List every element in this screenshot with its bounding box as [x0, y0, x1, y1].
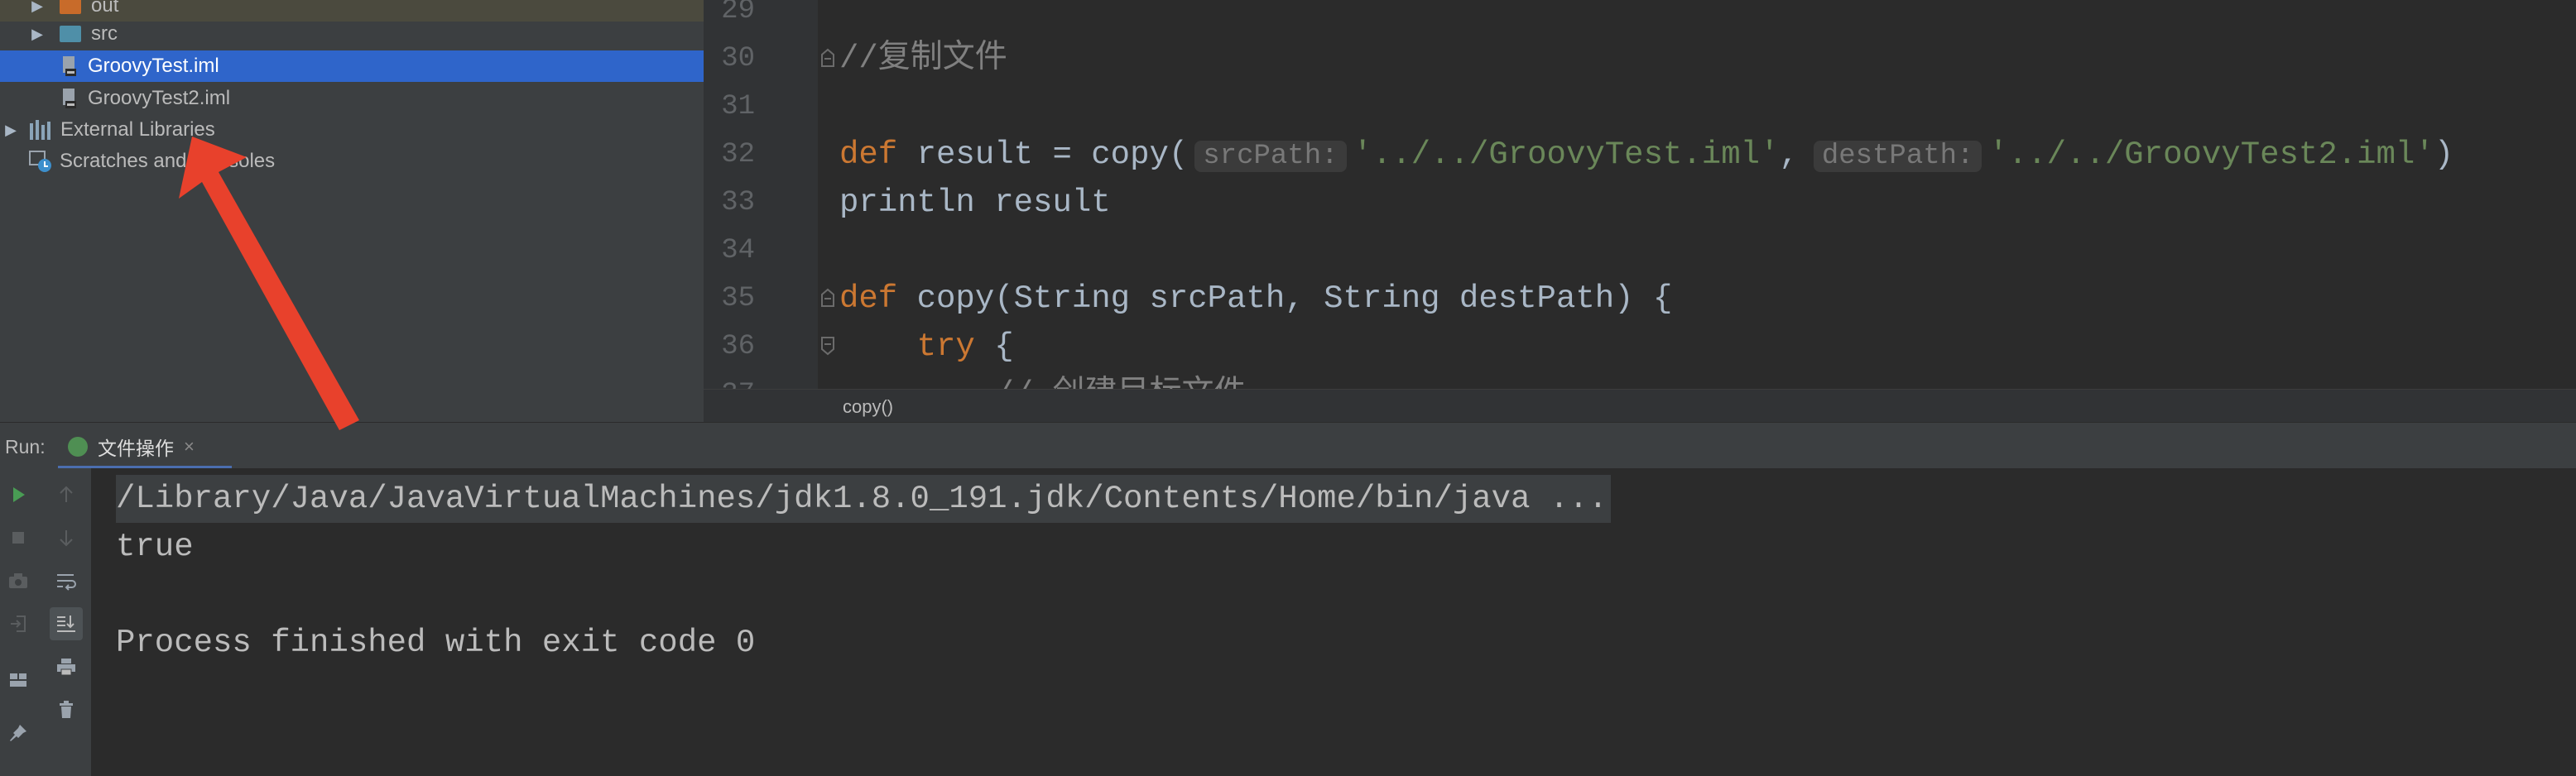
- print-icon[interactable]: [50, 650, 83, 683]
- down-arrow-icon[interactable]: [50, 521, 83, 554]
- console-output-line: Process finished with exit code 0: [116, 625, 756, 661]
- expand-arrow-icon[interactable]: ▶: [26, 0, 48, 15]
- line-number: 34: [721, 235, 755, 266]
- up-arrow-icon[interactable]: [50, 478, 83, 511]
- line-number: 37: [704, 371, 755, 389]
- stop-icon[interactable]: [2, 521, 35, 554]
- console-output-line: true: [116, 529, 194, 565]
- soft-wrap-icon[interactable]: [50, 564, 83, 597]
- expand-arrow-icon[interactable]: ▶: [26, 26, 48, 43]
- line-number: 30: [721, 43, 755, 74]
- code-line-36: try {: [839, 323, 1014, 371]
- string-literal: '../../GroovyTest2.iml': [1988, 137, 2434, 173]
- tree-item-label: External Libraries: [60, 118, 215, 141]
- keyword: def: [839, 137, 898, 173]
- code-line-33: println result: [839, 184, 1111, 221]
- iml-file-icon: [61, 55, 78, 77]
- line-number: 29: [721, 0, 755, 26]
- keyword: def: [839, 280, 898, 317]
- expand-arrow-icon[interactable]: ▶: [0, 122, 22, 139]
- code-text: copy(String srcPath, String destPath) {: [897, 280, 1673, 317]
- scratches-icon: [28, 150, 53, 173]
- line-number: 33: [721, 187, 755, 218]
- code-text: result = copy(: [897, 137, 1189, 173]
- fold-marker-icon[interactable]: [818, 288, 838, 308]
- layout-icon[interactable]: [2, 663, 35, 697]
- tree-item-scratches[interactable]: Scratches and Consoles: [0, 146, 704, 177]
- breadcrumb-bar: copy(): [704, 389, 2576, 423]
- camera-icon[interactable]: [2, 564, 35, 597]
- string-literal: '../../GroovyTest.iml': [1353, 137, 1780, 173]
- code-text: ,: [1779, 137, 1799, 173]
- line-number: 36: [721, 331, 755, 362]
- keyword: try: [916, 328, 975, 365]
- pin-icon[interactable]: [2, 716, 35, 750]
- param-hint-destpath: destPath:: [1813, 141, 1982, 172]
- code-line-30: //复制文件: [839, 41, 1007, 77]
- code-editor[interactable]: 29 30 31 32 33 34 35 36 37 //复制文件 def re…: [704, 0, 2576, 389]
- tree-item-external-libraries[interactable]: ▶ External Libraries: [0, 114, 704, 146]
- fold-marker-icon[interactable]: [818, 336, 838, 356]
- tree-item-label: src: [91, 22, 118, 45]
- run-tab[interactable]: 文件操作 ×: [58, 428, 232, 469]
- project-tree: ▶ out ▶ src GroovyTest.iml GroovyTest2.i…: [0, 0, 704, 422]
- groovy-run-config-icon: [68, 437, 88, 457]
- param-hint-srcpath: srcPath:: [1194, 141, 1347, 172]
- tree-item-groovytest2-iml[interactable]: GroovyTest2.iml: [0, 83, 704, 114]
- console-output[interactable]: /Library/Java/JavaVirtualMachines/jdk1.8…: [91, 468, 2576, 776]
- tree-item-src[interactable]: ▶ src: [0, 18, 704, 50]
- line-number: 31: [721, 91, 755, 122]
- tree-item-label: GroovyTest2.iml: [88, 87, 231, 109]
- breadcrumb-item[interactable]: copy(): [843, 396, 893, 418]
- run-panel-header: Run: 文件操作 ×: [0, 422, 2576, 470]
- fold-marker-icon[interactable]: [818, 48, 838, 68]
- code-line-32: def result = copy(srcPath: '../../GroovyT…: [839, 131, 2453, 179]
- tree-item-label: GroovyTest.iml: [88, 55, 219, 77]
- close-tab-icon[interactable]: ×: [184, 436, 195, 457]
- console-command-line[interactable]: /Library/Java/JavaVirtualMachines/jdk1.8…: [116, 475, 1612, 523]
- tree-item-label: Scratches and Consoles: [60, 150, 276, 172]
- code-line-37: // 创建目标文件: [839, 371, 1246, 389]
- code-text: ): [2434, 137, 2454, 173]
- code-line-35: def copy(String srcPath, String destPath…: [839, 275, 1672, 323]
- source-folder-icon: [60, 26, 81, 42]
- library-icon: [30, 120, 50, 140]
- tree-item-groovytest-iml[interactable]: GroovyTest.iml: [0, 50, 704, 82]
- login-icon[interactable]: [2, 607, 35, 640]
- tree-item-label: out: [91, 0, 119, 17]
- trash-icon[interactable]: [50, 693, 83, 726]
- scroll-to-end-icon[interactable]: [50, 607, 83, 640]
- iml-file-icon: [61, 88, 78, 109]
- line-number: 32: [721, 139, 755, 170]
- line-number: 35: [721, 283, 755, 314]
- folder-icon: [60, 0, 81, 14]
- run-toolbar: [0, 468, 91, 776]
- code-text: {: [974, 328, 1014, 365]
- run-icon[interactable]: [2, 478, 35, 511]
- run-label: Run:: [5, 436, 46, 457]
- run-tab-label: 文件操作: [98, 438, 174, 459]
